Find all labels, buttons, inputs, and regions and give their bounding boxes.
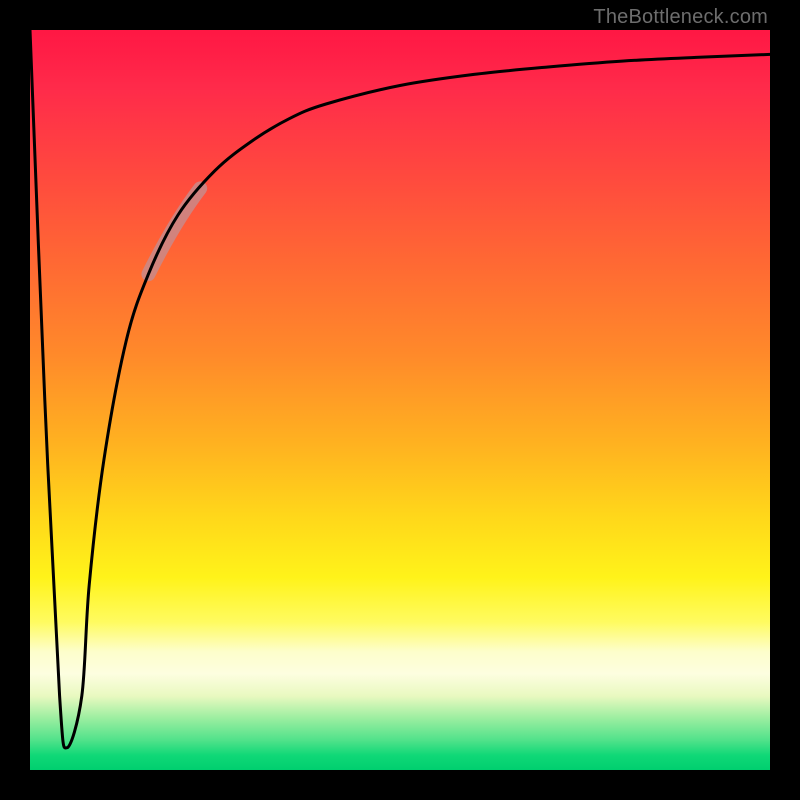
chart-frame: TheBottleneck.com (0, 0, 800, 800)
attribution-label: TheBottleneck.com (593, 6, 768, 29)
curve-svg (30, 30, 770, 770)
plot-area (30, 30, 770, 770)
curve-highlight-segment (148, 188, 200, 274)
bottleneck-curve (30, 30, 770, 748)
